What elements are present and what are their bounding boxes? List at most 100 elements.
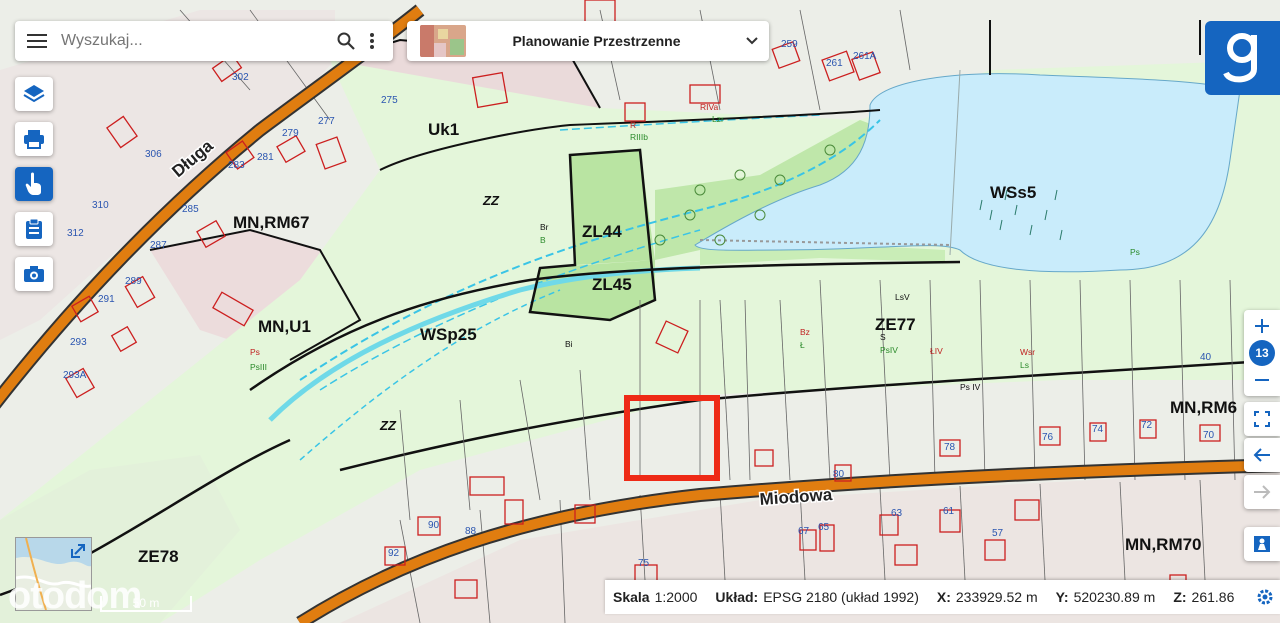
pointer-hand-icon <box>25 172 41 195</box>
zoom-level-badge: 13 <box>1249 340 1275 366</box>
more-vertical-icon[interactable] <box>359 21 385 61</box>
layer-thumbnail <box>420 25 466 57</box>
arrow-left-icon <box>1253 448 1270 462</box>
land-use-label: Ls <box>1020 360 1029 370</box>
crs-value: EPSG 2180 (układ 1992) <box>763 589 919 605</box>
settings-gear-icon[interactable] <box>1250 588 1280 606</box>
zone-label-uk1: Uk1 <box>428 120 459 139</box>
parcel-number: 293 <box>70 337 87 348</box>
zone-label-zz-2: ZZ <box>379 418 397 433</box>
chevron-down-icon[interactable] <box>735 36 769 46</box>
clipboard-button[interactable] <box>15 212 53 246</box>
land-use-label: Br <box>540 222 549 232</box>
parcel-number: 281 <box>257 152 274 163</box>
identify-button[interactable] <box>15 167 53 201</box>
map-person-icon <box>1254 536 1270 552</box>
y-value: 520230.89 m <box>1073 589 1156 605</box>
camera-icon <box>24 266 44 282</box>
camera-button[interactable] <box>15 257 53 291</box>
forward-button[interactable] <box>1244 475 1280 509</box>
parcel-number: 63 <box>891 508 903 519</box>
parcel-number: 306 <box>145 149 162 160</box>
status-bar: Skala 1:2000 Układ: EPSG 2180 (układ 1992)… <box>605 580 1280 614</box>
arrow-right-icon <box>1254 485 1271 499</box>
back-button[interactable] <box>1244 438 1280 472</box>
layer-selector[interactable]: Planowanie Przestrzenne <box>407 21 769 61</box>
layers-button[interactable] <box>15 77 53 111</box>
parcel-number: 65 <box>818 522 830 533</box>
land-use-label: PsIII <box>250 362 267 372</box>
parcel-number: 275 <box>381 95 398 106</box>
parcel-number: 70 <box>1203 430 1215 441</box>
zone-label-mn-rm6: MN,RM6 <box>1170 398 1237 417</box>
z-value: 261.86 <box>1191 589 1235 605</box>
zone-label-zl45: ZL45 <box>592 275 632 294</box>
z-coordinate: Z: 261.86 <box>1173 589 1234 605</box>
streetview-button[interactable] <box>1244 527 1280 561</box>
parcel-number: 289 <box>125 276 142 287</box>
fullscreen-button[interactable] <box>1244 402 1280 436</box>
x-label: X: <box>936 589 951 605</box>
land-use-label: Lzr <box>712 114 724 124</box>
parcel-number: 72 <box>1141 420 1153 431</box>
parcel-number: 302 <box>232 72 249 83</box>
map-canvas[interactable]: Długa Miodowa Uk1 ZL44 ZL45 MN,RM67 WSs5… <box>0 0 1280 623</box>
parcel-number: 92 <box>388 548 400 559</box>
zone-label-wsp25: WSp25 <box>420 325 477 344</box>
clipboard-icon <box>26 218 42 239</box>
parcel-number: 279 <box>282 128 299 139</box>
parcel-number: 67 <box>798 526 810 537</box>
land-use-label: Bi <box>565 339 573 349</box>
parcel-number: 259 <box>781 39 798 50</box>
search-icon[interactable] <box>333 21 359 61</box>
print-button[interactable] <box>15 122 53 156</box>
land-use-label: LsV <box>895 292 910 302</box>
zone-label-mn-rm70: MN,RM70 <box>1125 535 1202 554</box>
land-use-label: B <box>540 235 546 245</box>
crs-info[interactable]: Układ: EPSG 2180 (układ 1992) <box>715 589 918 605</box>
land-use-label: S <box>880 332 886 342</box>
land-use-label: RIVa <box>700 102 719 112</box>
x-coordinate: X: 233929.52 m <box>937 589 1038 605</box>
zone-label-zz-1: ZZ <box>482 193 500 208</box>
zone-label-zl44: ZL44 <box>582 222 622 241</box>
search-input[interactable] <box>59 31 333 51</box>
land-use-label: Ł <box>800 340 805 350</box>
land-use-label: Bz <box>800 327 810 337</box>
parcel-number: 285 <box>182 204 199 215</box>
zoom-out-button[interactable] <box>1244 366 1280 394</box>
land-use-label: Ps <box>1130 247 1140 257</box>
parcel-number: 57 <box>992 528 1004 539</box>
parcel-number: 40 <box>1200 352 1212 363</box>
parcel-number: 75 <box>638 558 650 569</box>
parcel-number: 76 <box>1042 432 1054 443</box>
menu-icon[interactable] <box>15 21 59 61</box>
land-use-label: Wsr <box>1020 347 1035 357</box>
parcel-number: 61 <box>943 506 955 517</box>
print-icon <box>24 130 44 149</box>
zone-label-mn-rm67: MN,RM67 <box>233 213 310 232</box>
scale-info[interactable]: Skala 1:2000 <box>613 589 697 605</box>
y-coordinate: Y: 520230.89 m <box>1056 589 1156 605</box>
scale-bar: 50 m <box>100 596 192 612</box>
land-use-label: Ps <box>250 347 260 357</box>
parcel-number: 90 <box>428 520 440 531</box>
x-value: 233929.52 m <box>955 589 1038 605</box>
layer-title: Planowanie Przestrzenne <box>512 33 681 49</box>
zone-label-mn-u1: MN,U1 <box>258 317 311 336</box>
parcel-number: 293A <box>63 370 87 381</box>
y-label: Y: <box>1055 589 1069 605</box>
parcel-number: 261 <box>826 58 843 69</box>
scale-value: 1:2000 <box>654 589 698 605</box>
parcel-number: 74 <box>1092 424 1104 435</box>
plus-icon <box>1255 319 1269 333</box>
parcel-number: 88 <box>465 526 477 537</box>
geoportal-logo[interactable] <box>1205 21 1280 95</box>
expand-icon[interactable] <box>71 544 85 563</box>
zoom-in-button[interactable] <box>1244 312 1280 340</box>
minus-icon <box>1255 379 1269 381</box>
parcel-number: 78 <box>944 442 956 453</box>
land-use-label: R <box>630 120 636 130</box>
fullscreen-icon <box>1254 411 1270 427</box>
z-label: Z: <box>1173 589 1187 605</box>
